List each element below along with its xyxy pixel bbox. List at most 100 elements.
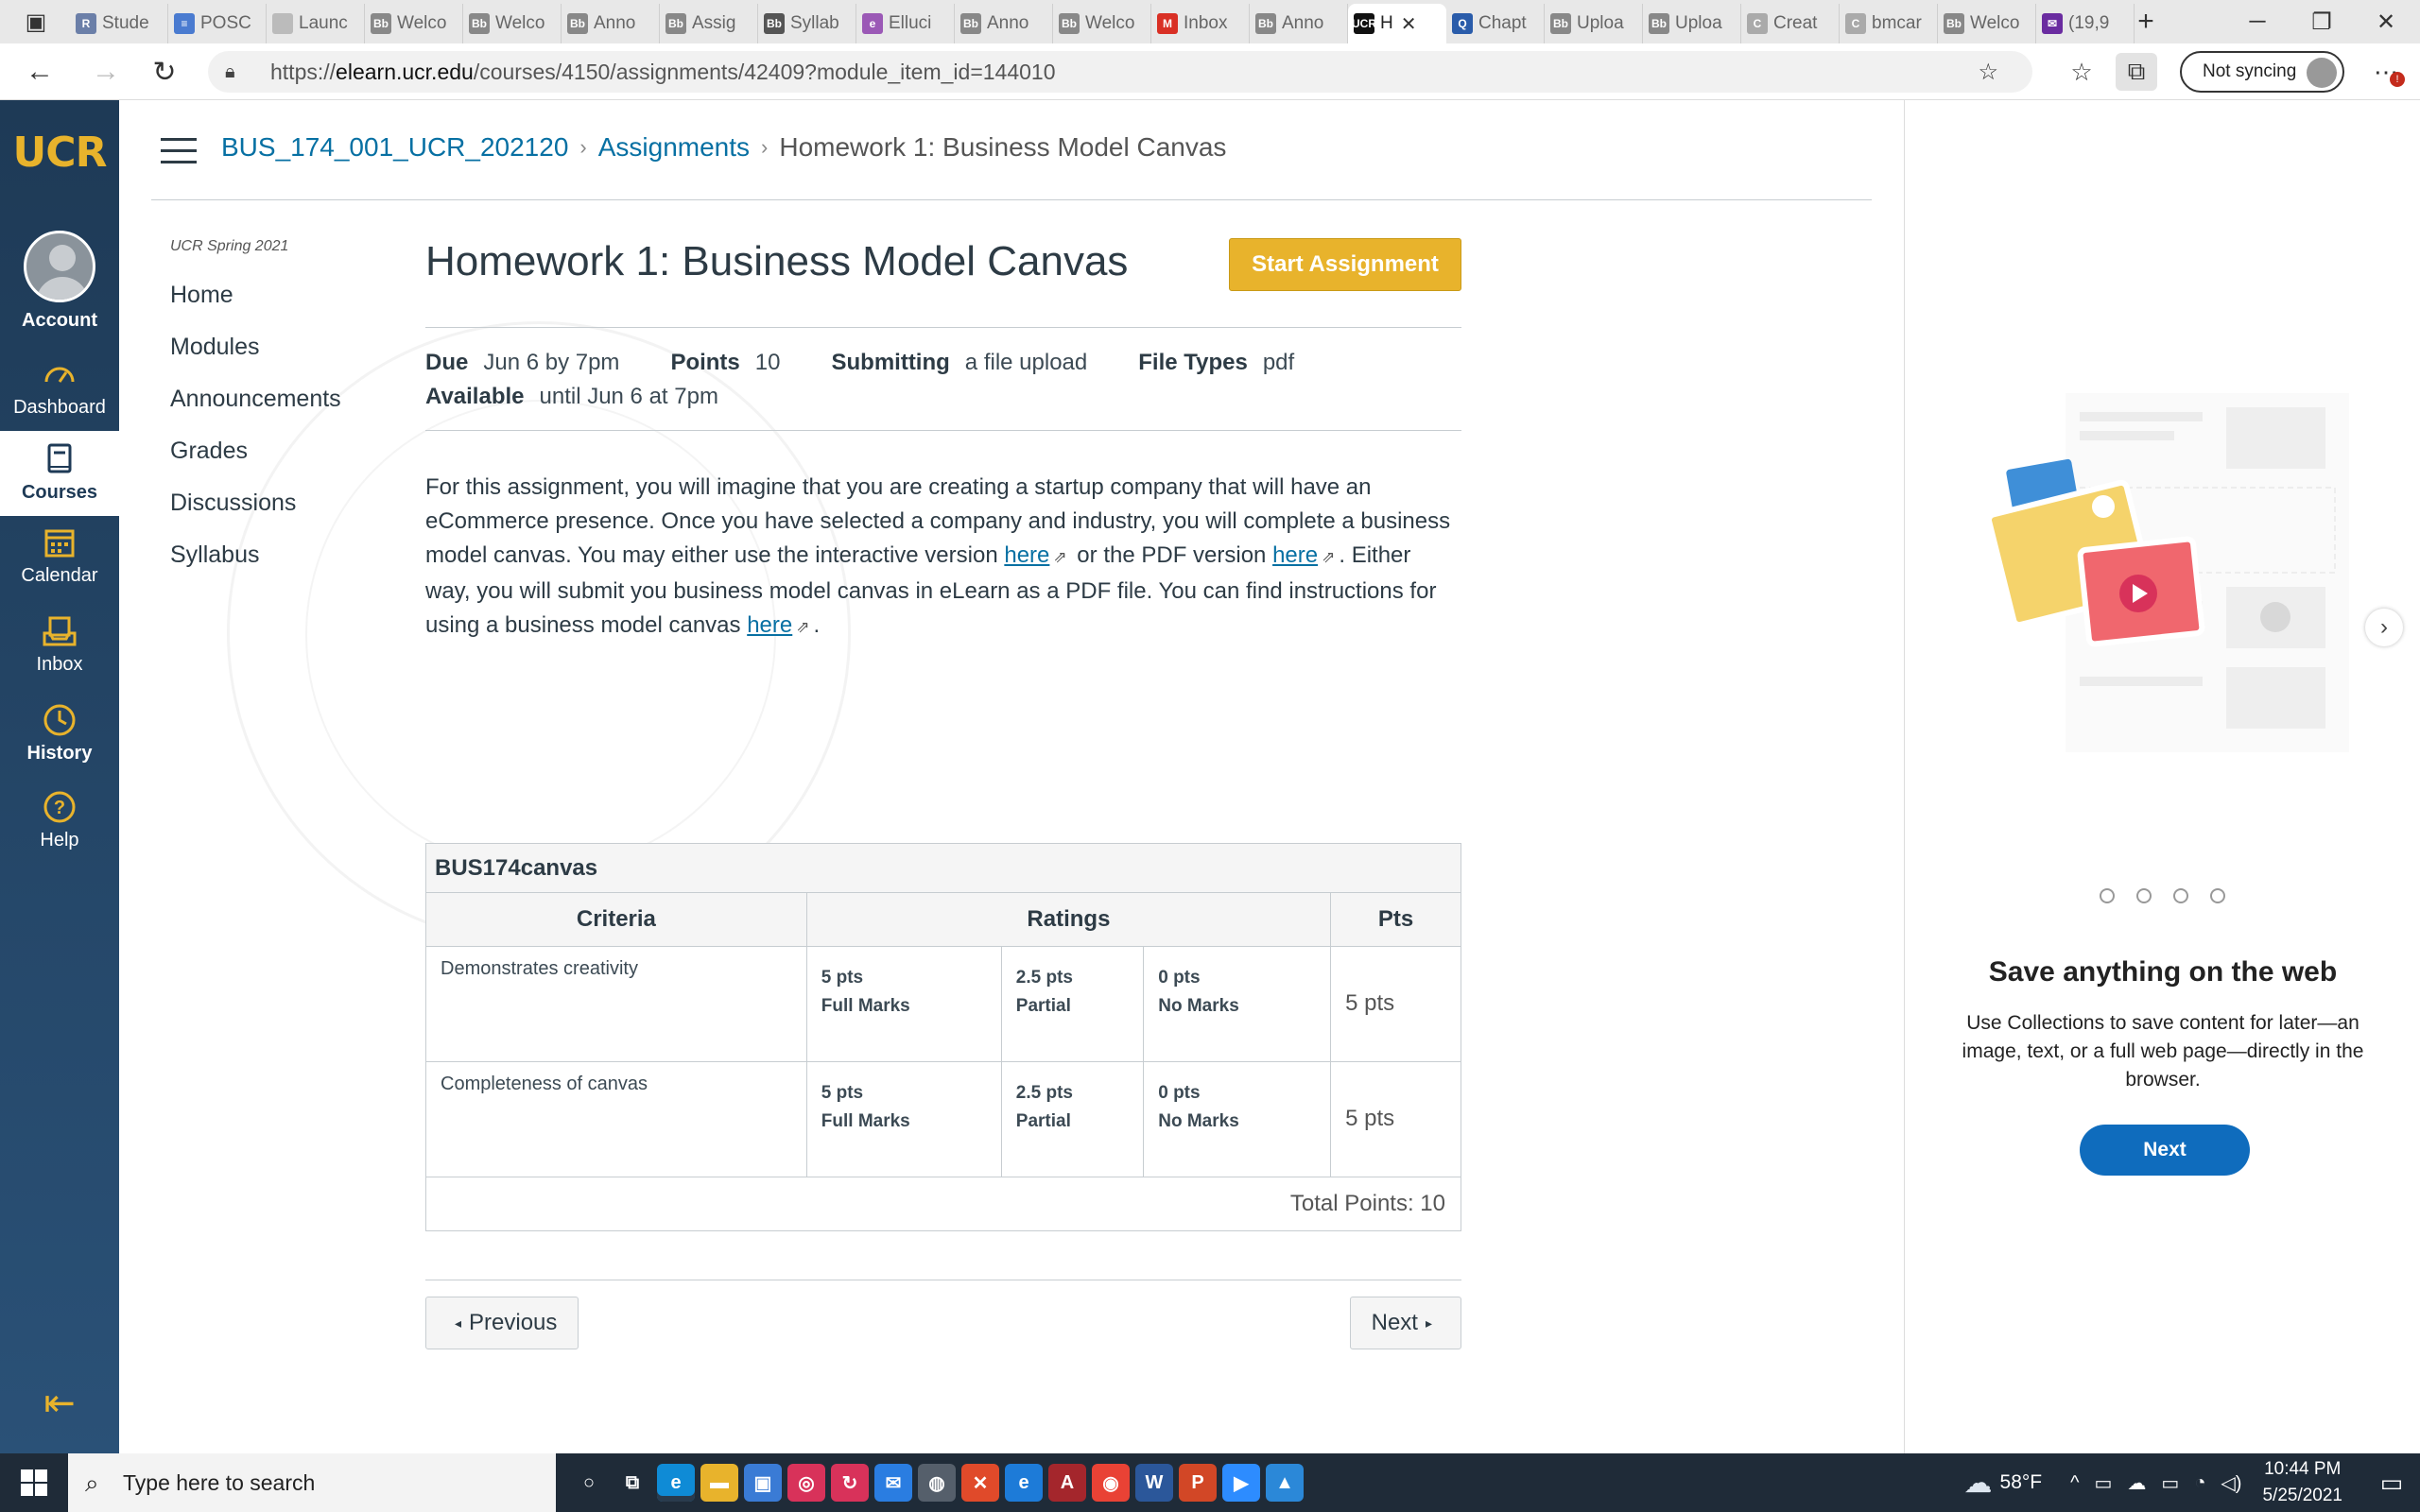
taskbar-search-input[interactable]: ⌕ Type here to search — [68, 1453, 556, 1512]
browser-tab[interactable]: Bb Anno — [1250, 4, 1348, 43]
access-icon[interactable]: A — [1048, 1464, 1086, 1502]
globe-icon[interactable]: ◍ — [918, 1464, 956, 1502]
url-field[interactable]: 🔒︎ https://elearn.ucr.edu/courses/4150/a… — [208, 51, 2032, 93]
browser-tab[interactable]: M Inbox — [1151, 4, 1250, 43]
profile-sync-button[interactable]: Not syncing — [2180, 51, 2344, 93]
course-nav-discussions[interactable]: Discussions — [170, 490, 341, 541]
browser-tab[interactable]: e Elluci — [856, 4, 955, 43]
nav-courses[interactable]: Courses — [0, 431, 119, 516]
browser-tab[interactable]: Bb Syllab — [758, 4, 856, 43]
carousel-dot[interactable] — [2173, 888, 2188, 903]
mail-icon[interactable]: ✉ — [874, 1464, 912, 1502]
course-nav-home[interactable]: Home — [170, 282, 341, 334]
rating-cell: 0 pts No Marks — [1143, 946, 1332, 1062]
pdf-version-link[interactable]: here — [1272, 542, 1318, 568]
ie-icon[interactable]: e — [1005, 1464, 1043, 1502]
nav-label: Account — [22, 310, 97, 331]
breadcrumb-assignments-link[interactable]: Assignments — [598, 132, 750, 163]
restore-button[interactable]: ❐ — [2293, 0, 2350, 43]
tab-close-icon[interactable]: ✕ — [1401, 12, 1417, 36]
nav-inbox[interactable]: Inbox — [0, 612, 119, 676]
breadcrumb-course-link[interactable]: BUS_174_001_UCR_202120 — [221, 132, 568, 163]
browser-tab[interactable]: ≡ POSC — [168, 4, 267, 43]
browser-tab[interactable]: UCR H ✕ — [1348, 4, 1446, 43]
add-favorite-icon[interactable]: ☆ — [1978, 59, 1998, 86]
notification-icon[interactable]: ▭ — [2363, 1469, 2420, 1498]
back-icon[interactable]: ← — [21, 53, 59, 91]
browser-tab[interactable]: Bb Anno — [955, 4, 1053, 43]
course-nav-modules[interactable]: Modules — [170, 334, 341, 386]
instructions-link[interactable]: here — [747, 612, 792, 638]
course-nav-grades[interactable]: Grades — [170, 438, 341, 490]
browser-tab[interactable]: Bb Assig — [660, 4, 758, 43]
clock[interactable]: 10:44 PM 5/25/2021 — [2262, 1456, 2342, 1509]
collections-next-button[interactable]: Next — [2080, 1125, 2250, 1176]
course-nav-syllabus[interactable]: Syllabus — [170, 541, 341, 593]
cortana-icon[interactable]: ○ — [570, 1464, 608, 1502]
start-assignment-button[interactable]: Start Assignment — [1229, 238, 1461, 291]
browser-tab[interactable]: Bb Uploa — [1643, 4, 1741, 43]
app-red-icon[interactable]: ◎ — [787, 1464, 825, 1502]
lock-icon[interactable]: 🔒︎ — [225, 61, 250, 83]
tab-favicon-icon: Bb — [469, 13, 490, 34]
tab-actions-icon[interactable]: ▣ — [8, 0, 64, 43]
photos-icon[interactable]: ▲ — [1266, 1464, 1304, 1502]
nav-dashboard[interactable]: Dashboard — [0, 355, 119, 419]
minimize-button[interactable]: ─ — [2229, 0, 2286, 43]
carousel-dot[interactable] — [2100, 888, 2115, 903]
file-explorer-icon[interactable]: ▬ — [700, 1464, 738, 1502]
tab-label: Creat — [1773, 13, 1818, 33]
onedrive-icon[interactable]: ☁ — [2127, 1471, 2146, 1495]
course-menu-toggle-icon[interactable] — [161, 138, 197, 164]
favorites-icon[interactable]: ☆ — [2055, 53, 2108, 91]
browser-tab[interactable]: Launc — [267, 4, 365, 43]
wifi-icon[interactable]: ◔ — [2194, 1472, 2205, 1494]
volume-icon[interactable]: ◁) — [2221, 1471, 2241, 1495]
browser-tab[interactable]: Bb Welco — [463, 4, 562, 43]
interactive-version-link[interactable]: here — [1004, 542, 1049, 568]
nav-history[interactable]: History — [0, 701, 119, 765]
word-icon[interactable]: W — [1135, 1464, 1173, 1502]
more-menu-icon[interactable]: ⋯! — [2360, 53, 2412, 91]
edge-icon[interactable]: e — [657, 1464, 695, 1502]
meet-now-icon[interactable]: ▭ — [2095, 1471, 2113, 1495]
collapse-nav-icon[interactable]: ⇤ — [0, 1382, 119, 1425]
previous-button[interactable]: ◂ Previous — [425, 1297, 579, 1349]
browser-tab[interactable]: Bb Welco — [365, 4, 463, 43]
chrome-icon[interactable]: ◉ — [1092, 1464, 1130, 1502]
nav-help[interactable]: ? Help — [0, 788, 119, 851]
powerpoint-icon[interactable]: P — [1179, 1464, 1217, 1502]
browser-tab[interactable]: Cbmcar — [1840, 4, 1938, 43]
course-nav-announcements[interactable]: Announcements — [170, 386, 341, 438]
zoom-icon[interactable]: ▶ — [1222, 1464, 1260, 1502]
browser-tab[interactable]: Q Chapt — [1446, 4, 1545, 43]
chevron-up-icon[interactable]: ^ — [2070, 1472, 2079, 1494]
store-icon[interactable]: ▣ — [744, 1464, 782, 1502]
task-view-icon[interactable]: ⧉ — [614, 1464, 651, 1502]
nav-calendar[interactable]: Calendar — [0, 524, 119, 587]
forward-icon[interactable]: → — [87, 53, 125, 91]
ucr-logo[interactable]: UCR — [0, 129, 119, 177]
browser-tab[interactable]: Bb Welco — [1053, 4, 1151, 43]
available-value: until Jun 6 at 7pm — [539, 384, 718, 409]
nav-account[interactable]: Account — [0, 231, 119, 332]
next-button[interactable]: Next ▸ — [1349, 1297, 1461, 1349]
new-tab-button[interactable]: + — [2118, 0, 2174, 43]
sync-app-icon[interactable]: ↻ — [831, 1464, 869, 1502]
browser-tab[interactable]: C Creat — [1741, 4, 1840, 43]
weather-widget[interactable]: ☁ 58°F — [1964, 1467, 2043, 1500]
app-x-icon[interactable]: ✕ — [961, 1464, 999, 1502]
carousel-dot[interactable] — [2136, 888, 2152, 903]
close-window-button[interactable]: ✕ — [2358, 0, 2414, 43]
browser-tab[interactable]: Bb Welco — [1938, 4, 2036, 43]
carousel-dot[interactable] — [2210, 888, 2225, 903]
browser-tab[interactable]: Bb Uploa — [1545, 4, 1643, 43]
battery-icon[interactable]: ▭ — [2161, 1471, 2179, 1495]
browser-tab[interactable]: R Stude — [70, 4, 168, 43]
browser-tab[interactable]: Bb Anno — [562, 4, 660, 43]
chevron-right-icon[interactable]: › — [2365, 609, 2403, 646]
refresh-icon[interactable]: ↻ — [146, 53, 183, 91]
windows-start-button[interactable] — [0, 1453, 68, 1512]
tab-label: H — [1380, 13, 1393, 33]
collections-icon[interactable]: ⧉ — [2116, 53, 2157, 91]
